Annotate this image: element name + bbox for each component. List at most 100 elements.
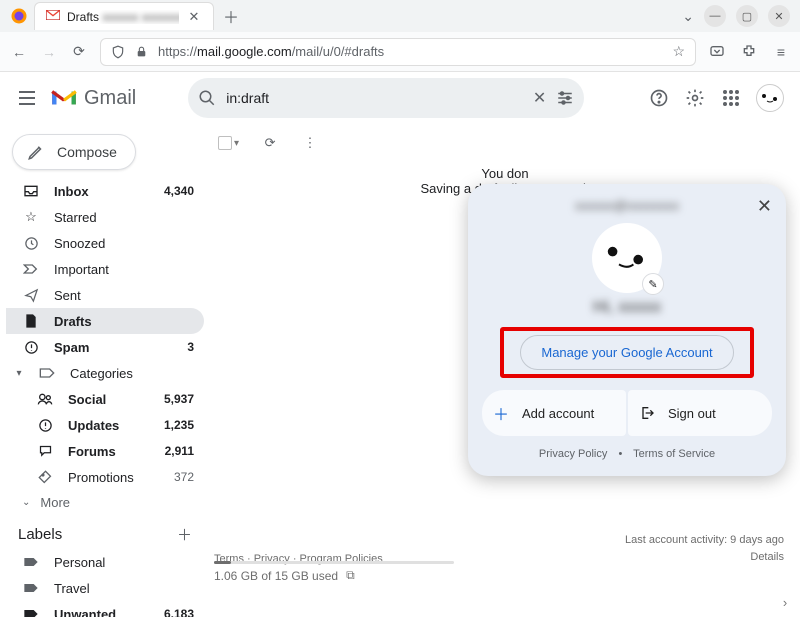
sidebar-label-travel[interactable]: Travel [6, 575, 204, 601]
sidebar-item-snoozed[interactable]: Snoozed [6, 230, 204, 256]
account-greeting: Hi, xxxxx [482, 297, 772, 317]
browser-tab[interactable]: Drafts xxxxxx xxxxxxxxx ✕ [34, 2, 214, 30]
apps-grid-icon[interactable] [720, 87, 742, 109]
firefox-icon [10, 7, 28, 25]
sidebar-item-label: Promotions [68, 470, 134, 485]
tabs-dropdown-icon[interactable]: ⌄ [682, 8, 694, 25]
sign-out-label: Sign out [668, 406, 716, 421]
sidebar-item-label: Starred [54, 210, 97, 225]
gmail-logo[interactable]: Gmail [50, 87, 136, 110]
scroll-right-icon[interactable]: › [774, 591, 796, 613]
sidebar-item-label: Drafts [54, 314, 92, 329]
sidebar-label-unwanted[interactable]: Unwanted 6,183 [6, 601, 204, 617]
new-tab-button[interactable]: ＋ [222, 7, 240, 25]
main-menu-icon[interactable] [14, 85, 40, 111]
clear-search-icon[interactable]: ✕ [533, 88, 546, 108]
manage-account-button[interactable]: Manage your Google Account [520, 335, 733, 370]
sidebar-item-label: Unwanted [54, 607, 116, 617]
search-bar[interactable]: ✕ [188, 78, 584, 118]
lock-icon [135, 45, 148, 58]
details-link[interactable]: Details [625, 549, 784, 566]
settings-gear-icon[interactable] [684, 87, 706, 109]
sidebar-item-updates[interactable]: Updates 1,235 [6, 412, 204, 438]
account-avatar[interactable] [756, 84, 784, 112]
label-icon [22, 605, 40, 617]
sidebar-item-label: Important [54, 262, 109, 277]
nav-reload-button[interactable]: ⟳ [70, 43, 88, 61]
sidebar-more[interactable]: ⌄ More [6, 490, 204, 514]
window-minimize-button[interactable]: — [704, 5, 726, 27]
gmail-brand-text: Gmail [84, 87, 136, 110]
sidebar-item-forums[interactable]: Forums 2,911 [6, 438, 204, 464]
label-icon [22, 553, 40, 571]
sidebar-item-sent[interactable]: Sent [6, 282, 204, 308]
nav-back-button[interactable]: ← [10, 43, 28, 61]
sidebar-item-label: Personal [54, 555, 105, 570]
url-text: https://mail.google.com/mail/u/0/#drafts [158, 44, 662, 59]
open-external-icon[interactable]: ⧉ [346, 568, 355, 583]
sidebar-item-count: 2,911 [165, 444, 194, 458]
sidebar-item-count: 6,183 [164, 607, 194, 617]
forums-icon [36, 442, 54, 460]
account-email: xxxxxx@xxxxxxxx [482, 198, 772, 213]
shield-icon [111, 45, 125, 59]
sidebar-item-social[interactable]: Social 5,937 [6, 386, 204, 412]
extensions-icon[interactable] [740, 43, 758, 61]
select-all-checkbox[interactable]: ▾ [218, 136, 239, 150]
window-maximize-button[interactable]: ▢ [736, 5, 758, 27]
expand-icon: ▾ [10, 364, 28, 382]
clock-icon [22, 234, 40, 252]
sidebar-item-inbox[interactable]: Inbox 4,340 [6, 178, 204, 204]
search-icon[interactable] [198, 89, 216, 107]
sidebar-item-label: Sent [54, 288, 81, 303]
edit-avatar-icon[interactable]: ✎ [642, 273, 664, 295]
sidebar-item-starred[interactable]: ☆ Starred [6, 204, 204, 230]
sidebar-item-label: Spam [54, 340, 89, 355]
main-panel: ▾ ⟳ ⋮ You don Saving a draft allows you … [210, 124, 800, 617]
empty-line1: You don [210, 166, 800, 181]
url-bar[interactable]: https://mail.google.com/mail/u/0/#drafts… [100, 38, 696, 66]
important-icon [22, 260, 40, 278]
privacy-policy-link[interactable]: Privacy Policy [539, 448, 607, 460]
popover-avatar: ✎ [592, 223, 662, 293]
sidebar-item-promotions[interactable]: Promotions 372 [6, 464, 204, 490]
browser-menu-icon[interactable]: ≡ [772, 43, 790, 61]
sent-icon [22, 286, 40, 304]
sidebar-item-label: Travel [54, 581, 90, 596]
tab-title: Drafts xxxxxx xxxxxxxxx [67, 10, 179, 24]
last-activity-text: Last account activity: 9 days ago [625, 532, 784, 549]
sidebar-item-count: 1,235 [164, 418, 194, 432]
add-label-button[interactable]: ＋ [177, 524, 192, 545]
pocket-icon[interactable] [708, 43, 726, 61]
add-account-button[interactable]: ＋ Add account [482, 390, 626, 436]
storage-usage: 1.06 GB of 15 GB used ⧉ [214, 561, 454, 583]
sidebar-item-drafts[interactable]: Drafts [6, 308, 204, 334]
sidebar-label-personal[interactable]: Personal [6, 549, 204, 575]
sidebar-item-important[interactable]: Important [6, 256, 204, 282]
terms-of-service-link[interactable]: Terms of Service [633, 448, 715, 460]
nav-forward-button: → [40, 43, 58, 61]
spam-icon [22, 338, 40, 356]
window-close-button[interactable]: ✕ [768, 5, 790, 27]
inbox-icon [22, 182, 40, 200]
more-actions-icon[interactable]: ⋮ [301, 134, 319, 152]
tab-close-icon[interactable]: ✕ [185, 8, 203, 26]
refresh-button[interactable]: ⟳ [261, 134, 279, 152]
sidebar-item-spam[interactable]: Spam 3 [6, 334, 204, 360]
search-options-icon[interactable] [556, 89, 574, 107]
plus-icon: ＋ [490, 402, 512, 424]
sidebar-item-count: 3 [187, 340, 194, 354]
bookmark-star-icon[interactable]: ☆ [672, 43, 685, 60]
add-account-label: Add account [522, 406, 594, 421]
popover-footer-links: Privacy Policy • Terms of Service [482, 448, 772, 460]
support-icon[interactable] [648, 87, 670, 109]
storage-text: 1.06 GB of 15 GB used [214, 569, 338, 583]
sidebar-item-categories[interactable]: ▾ Categories [6, 360, 204, 386]
compose-button[interactable]: Compose [12, 134, 136, 170]
gmail-favicon-icon [45, 9, 61, 25]
sign-out-button[interactable]: Sign out [628, 390, 772, 436]
updates-icon [36, 416, 54, 434]
search-input[interactable] [226, 90, 523, 106]
star-icon: ☆ [22, 208, 40, 226]
signout-icon [636, 402, 658, 424]
